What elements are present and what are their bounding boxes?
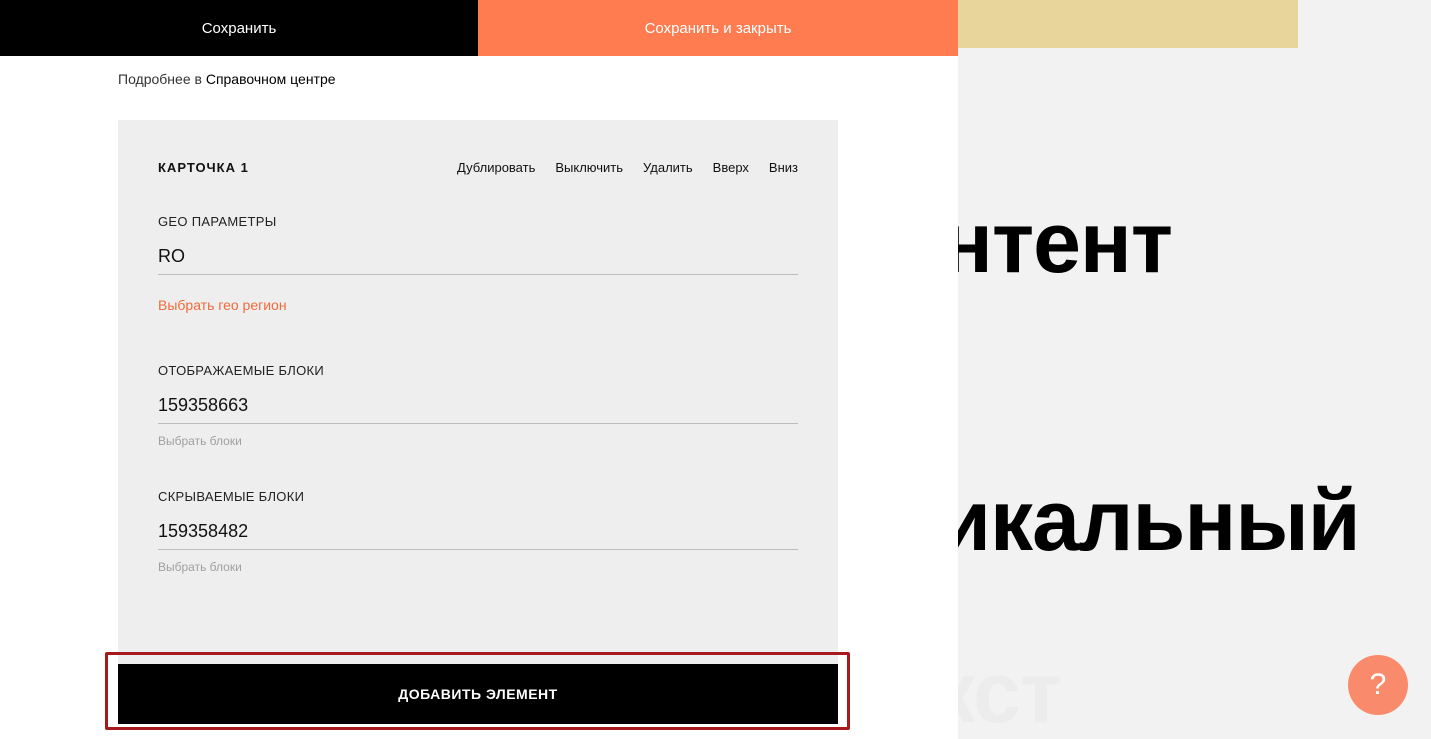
geo-input[interactable] xyxy=(158,239,798,275)
card-title: КАРТОЧКА 1 xyxy=(158,160,249,175)
help-center-link[interactable]: Справочном центре xyxy=(206,71,336,87)
geo-field: GEO ПАРАМЕТРЫ Выбрать гео регион xyxy=(158,214,798,313)
shown-blocks-input[interactable] xyxy=(158,388,798,424)
geo-field-label: GEO ПАРАМЕТРЫ xyxy=(158,214,277,229)
save-button[interactable]: Сохранить xyxy=(0,0,478,56)
duplicate-button[interactable]: Дублировать xyxy=(457,160,535,175)
card-actions: Дублировать Выключить Удалить Вверх Вниз xyxy=(457,160,798,175)
save-and-close-button[interactable]: Сохранить и закрыть xyxy=(478,0,958,56)
background-heading-1: Контент xyxy=(958,195,1173,291)
delete-button[interactable]: Удалить xyxy=(643,160,693,175)
add-element-highlight: ДОБАВИТЬ ЭЛЕМЕНТ xyxy=(105,652,850,730)
shown-blocks-field: ОТОБРАЖАЕМЫЕ БЛОКИ Выбрать блоки xyxy=(158,363,798,448)
disable-button[interactable]: Выключить xyxy=(555,160,623,175)
help-question-icon[interactable]: ? xyxy=(1348,655,1408,715)
background-heading-3: Текст xyxy=(958,645,1062,739)
settings-panel: Сохранить Сохранить и закрыть Подробнее … xyxy=(0,0,958,739)
help-center-note: Подробнее в Справочном центре xyxy=(118,71,336,87)
card-header: КАРТОЧКА 1 Дублировать Выключить Удалить… xyxy=(158,160,798,175)
select-geo-region-link[interactable]: Выбрать гео регион xyxy=(158,297,798,313)
move-up-button[interactable]: Вверх xyxy=(713,160,749,175)
help-center-prefix: Подробнее в xyxy=(118,71,202,87)
background-page: Контент Уникальный Текст xyxy=(958,0,1431,739)
select-hidden-blocks-link[interactable]: Выбрать блоки xyxy=(158,560,798,574)
hidden-blocks-input[interactable] xyxy=(158,514,798,550)
hidden-blocks-label: СКРЫВАЕМЫЕ БЛОКИ xyxy=(158,489,305,504)
move-down-button[interactable]: Вниз xyxy=(769,160,798,175)
card: КАРТОЧКА 1 Дублировать Выключить Удалить… xyxy=(118,120,838,680)
select-shown-blocks-link[interactable]: Выбрать блоки xyxy=(158,434,798,448)
panel-toolbar: Сохранить Сохранить и закрыть xyxy=(0,0,958,56)
background-heading-2: Уникальный xyxy=(958,473,1361,569)
background-yellow-bar xyxy=(958,0,1298,48)
shown-blocks-label: ОТОБРАЖАЕМЫЕ БЛОКИ xyxy=(158,363,325,378)
add-element-button[interactable]: ДОБАВИТЬ ЭЛЕМЕНТ xyxy=(118,664,838,724)
hidden-blocks-field: СКРЫВАЕМЫЕ БЛОКИ Выбрать блоки xyxy=(158,489,798,574)
